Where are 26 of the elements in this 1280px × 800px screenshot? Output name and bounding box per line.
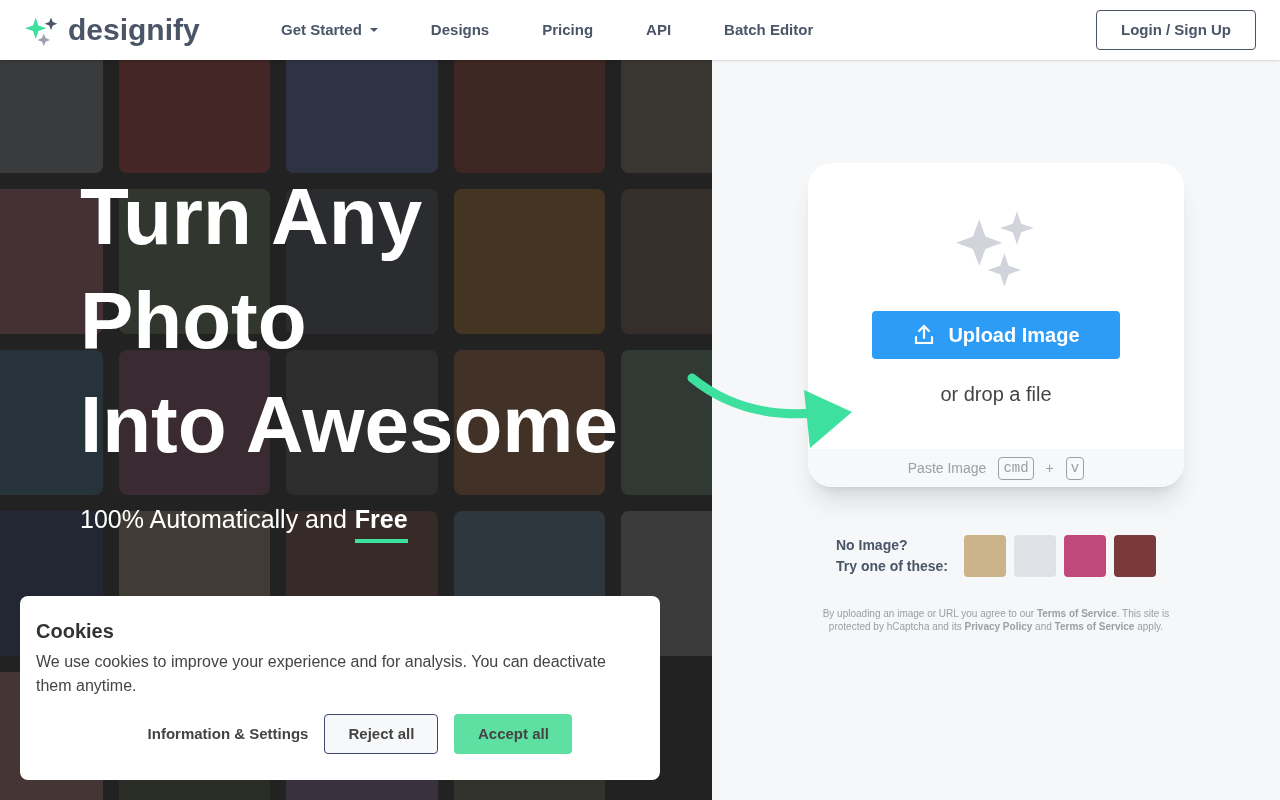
drop-hint: or drop a file bbox=[940, 382, 1052, 407]
sample-prompt: No Image? Try one of these: bbox=[836, 536, 948, 576]
legal-notice: By uploading an image or URL you agree to our Terms of Service. This site is protected by hCaptcha and its Privacy Policy and Terms of Service apply. bbox=[821, 607, 1171, 633]
sample-photo[interactable] bbox=[1064, 535, 1106, 577]
arrow-icon bbox=[686, 372, 854, 450]
paste-label: Paste Image bbox=[907, 458, 987, 478]
cookie-title: Cookies bbox=[36, 619, 115, 644]
nav-link[interactable]: Designs bbox=[430, 18, 490, 42]
hero-title: Turn Any Photo Into Awesome bbox=[80, 171, 618, 471]
nav-link[interactable]: API bbox=[646, 18, 672, 42]
login-button[interactable]: Login / Sign Up bbox=[1096, 10, 1256, 50]
nav-link[interactable]: Batch Editor bbox=[724, 18, 814, 42]
key-cap: v bbox=[1065, 456, 1085, 480]
hero-subtitle: 100% Automatically and bbox=[80, 504, 347, 535]
brand-name: designify bbox=[68, 15, 200, 45]
key-cap: cmd bbox=[998, 456, 1034, 480]
cookie-text: We use cookies to improve your experience and for analysis. You can deactivate them anytime. bbox=[36, 652, 607, 696]
sample-photo[interactable] bbox=[964, 535, 1006, 577]
plus-sign: + bbox=[1044, 458, 1055, 478]
highlight-word: Free bbox=[354, 501, 408, 543]
nav-link[interactable]: Pricing bbox=[542, 18, 594, 42]
accept-button[interactable]: Accept all bbox=[454, 714, 573, 754]
nav-link[interactable]: Get Started bbox=[281, 18, 378, 42]
sample-photo[interactable] bbox=[1114, 535, 1156, 577]
settings-link[interactable]: Information & Settings bbox=[147, 722, 309, 746]
reject-button[interactable]: Reject all bbox=[324, 714, 439, 754]
